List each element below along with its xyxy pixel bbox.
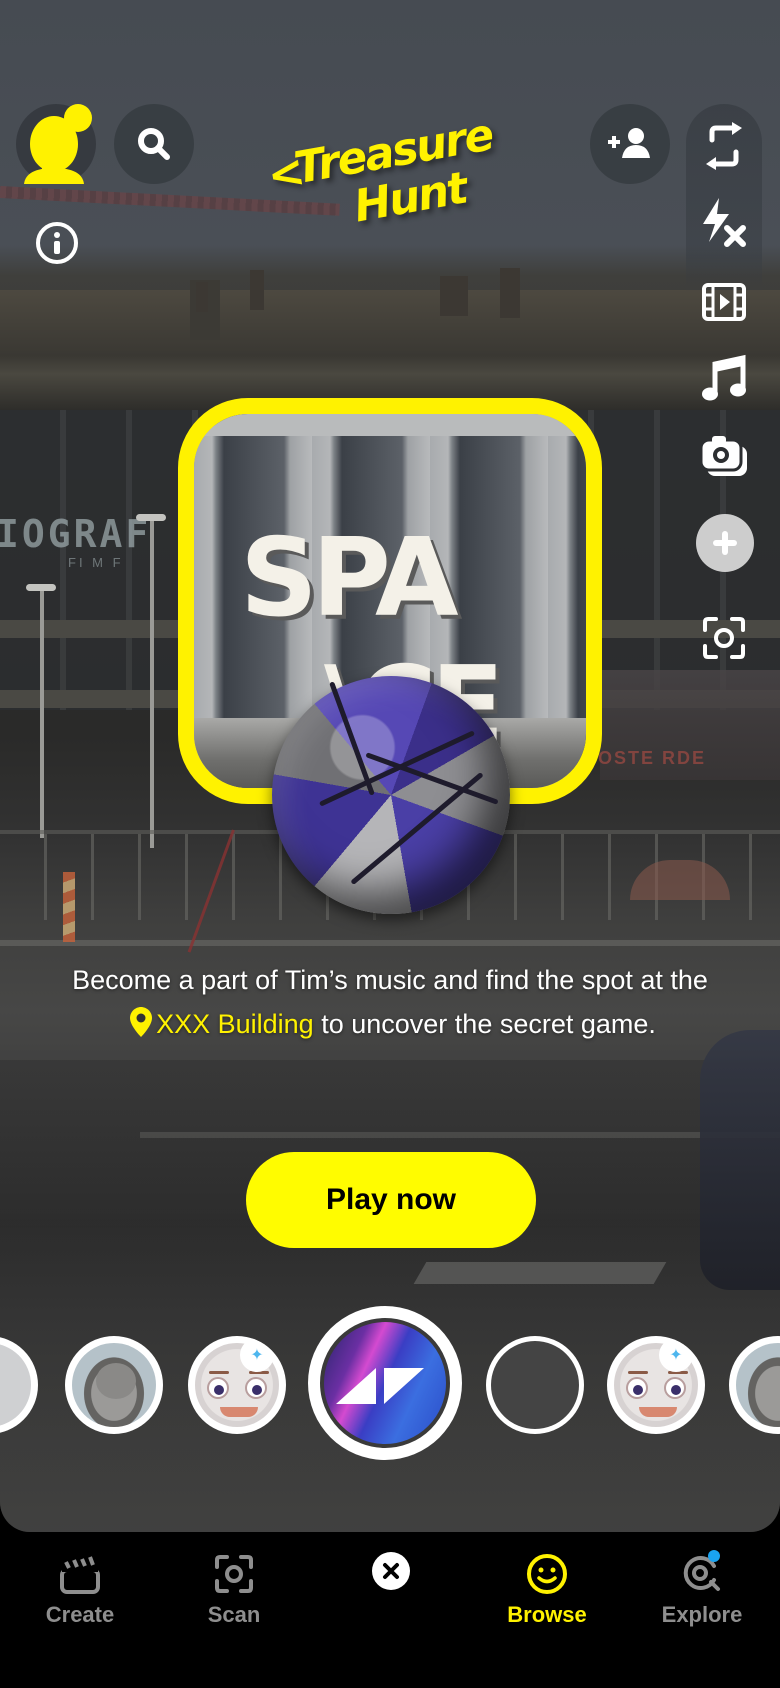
face-eye (626, 1377, 648, 1399)
more-tools-button[interactable] (696, 514, 754, 572)
flash-off-icon (703, 198, 746, 247)
video-mode-button[interactable] (698, 276, 750, 328)
nav-scan[interactable]: Scan (164, 1550, 304, 1628)
face-mouth (220, 1407, 258, 1417)
lens-description: Become a part of Tim’s music and find th… (70, 958, 710, 1050)
add-friend-icon (608, 128, 650, 158)
ball-seam (329, 681, 375, 796)
flip-camera-button[interactable] (698, 120, 750, 172)
lens-item-cartoon-face-2[interactable]: ✦ (607, 1336, 705, 1434)
flip-camera-icon (706, 122, 742, 170)
background-poster-text: OSTE RDE (598, 748, 707, 768)
lens-thumbnail (491, 1341, 579, 1429)
film-icon (702, 283, 746, 321)
magic-wand-icon: ✦ (659, 1338, 693, 1372)
building-roofline (0, 280, 780, 410)
search-icon (138, 128, 170, 160)
face-brow (628, 1371, 648, 1374)
chimney (196, 282, 208, 312)
scan-button[interactable] (698, 612, 750, 664)
target-sign-text: SPA (240, 516, 459, 641)
description-text-1: Become a part of Tim’s music and find th… (72, 965, 708, 995)
street-lamp (26, 584, 56, 838)
lens-item-cartoon-face[interactable]: ✦ (188, 1336, 286, 1434)
chimney (250, 270, 264, 310)
traffic-barrier (63, 872, 75, 942)
plus-icon (713, 531, 737, 555)
explore-search-icon (632, 1550, 772, 1598)
close-icon (383, 1563, 399, 1579)
lens-item-empty[interactable] (486, 1336, 584, 1434)
multi-capture-button[interactable] (698, 430, 750, 482)
nav-label: Browse (507, 1602, 587, 1627)
magic-wand-icon: ✦ (240, 1338, 274, 1372)
street-lamp (136, 514, 166, 848)
notification-dot (708, 1550, 720, 1562)
lens-item-treasure-hunt-active[interactable] (308, 1306, 462, 1460)
face-eye (664, 1377, 686, 1399)
music-button[interactable] (698, 352, 750, 404)
nav-label: Explore (661, 1602, 743, 1627)
description-text-2: to uncover the secret game. (321, 1009, 656, 1039)
face-eye (207, 1377, 229, 1399)
lens-thumbnail (0, 1343, 31, 1427)
scan-icon (164, 1550, 304, 1598)
ground-shade (0, 1060, 780, 1532)
camera-stack-icon (699, 436, 747, 476)
location-pin-icon (130, 1006, 153, 1050)
scan-icon (703, 617, 745, 659)
lens-thumbnail (736, 1343, 780, 1427)
street-line (0, 940, 780, 946)
lens-item-cat[interactable] (65, 1336, 163, 1434)
add-friend-button[interactable] (590, 104, 670, 184)
search-button[interactable] (114, 104, 194, 184)
bitmoji-avatar-icon (24, 104, 92, 184)
nav-label: Scan (207, 1602, 261, 1627)
music-note-icon (702, 354, 746, 401)
target-window-top (194, 414, 586, 436)
profile-button[interactable] (16, 104, 96, 184)
close-lens-button[interactable] (372, 1552, 410, 1590)
lens-thumbnail (320, 1318, 450, 1448)
chimney (500, 268, 520, 318)
lens-thumbnail (72, 1343, 156, 1427)
play-now-button[interactable]: Play now (246, 1152, 536, 1248)
location-link[interactable]: XXX Building (156, 1009, 314, 1039)
face-eye (245, 1377, 267, 1399)
info-button[interactable] (36, 222, 78, 264)
parked-car (700, 1030, 780, 1290)
face-mouth (639, 1407, 677, 1417)
nav-label: Create (45, 1602, 115, 1627)
flash-toggle-button[interactable] (698, 198, 750, 250)
background-sign-sub: FI M F (68, 555, 124, 570)
cat-head (96, 1363, 136, 1399)
nav-browse[interactable]: Browse (477, 1550, 617, 1628)
nav-create[interactable]: Create (10, 1550, 150, 1628)
background-sign: IOGRAF (0, 512, 152, 556)
face-brow (209, 1371, 229, 1374)
clapperboard-icon (10, 1550, 150, 1598)
lens-logo-icon (336, 1368, 424, 1404)
ar-ball-object[interactable] (272, 676, 510, 914)
smiley-icon (477, 1550, 617, 1598)
chimney (440, 276, 468, 316)
info-icon (54, 232, 60, 254)
road-marking (413, 1262, 667, 1284)
nav-explore[interactable]: Explore (632, 1550, 772, 1628)
